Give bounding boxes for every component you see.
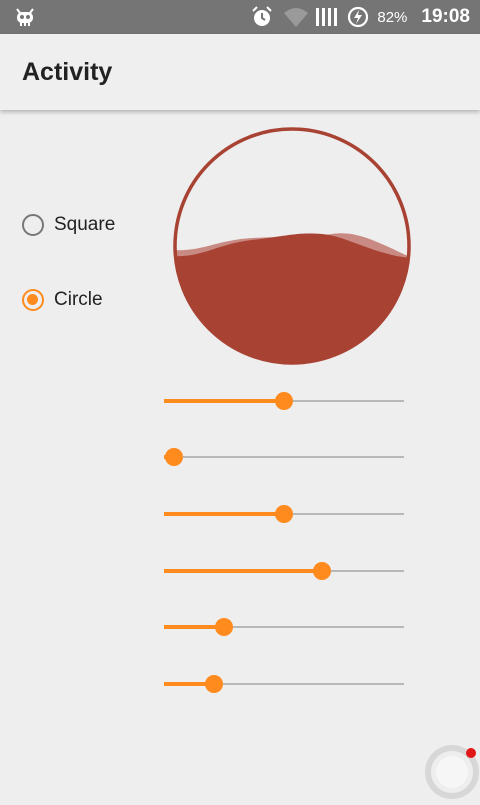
radio-circle[interactable]: Circle bbox=[22, 289, 103, 311]
clock: 19:08 bbox=[421, 6, 470, 27]
slider-fill bbox=[164, 399, 284, 403]
slider-thumb[interactable] bbox=[215, 618, 233, 636]
radio-label-square: Square bbox=[54, 214, 116, 235]
page-title: Activity bbox=[22, 58, 113, 86]
wifi-icon bbox=[283, 6, 309, 28]
slider-fill bbox=[164, 512, 284, 516]
slider-4[interactable] bbox=[164, 559, 404, 583]
wave-graphic bbox=[173, 127, 411, 365]
slider-thumb[interactable] bbox=[275, 392, 293, 410]
slider-5[interactable] bbox=[164, 615, 404, 639]
slider-track[interactable] bbox=[164, 456, 404, 458]
status-bar: 82% 19:08 bbox=[0, 0, 480, 34]
android-debug-icon bbox=[14, 7, 36, 32]
radio-square[interactable]: Square bbox=[22, 214, 115, 236]
slider-6[interactable] bbox=[164, 672, 404, 696]
slider-thumb[interactable] bbox=[275, 505, 293, 523]
front-wave bbox=[175, 233, 409, 363]
slider-thumb[interactable] bbox=[205, 675, 224, 693]
radio-button-icon[interactable] bbox=[22, 289, 44, 311]
wave-view bbox=[172, 126, 412, 366]
battery-percent: 82% bbox=[377, 8, 408, 26]
slider-thumb[interactable] bbox=[164, 448, 183, 466]
radio-label-circle: Circle bbox=[54, 289, 103, 310]
radio-button-icon[interactable] bbox=[22, 214, 44, 236]
notification-dot-icon bbox=[466, 748, 476, 758]
signal-icon bbox=[315, 6, 338, 28]
slider-1[interactable] bbox=[164, 389, 404, 413]
slider-fill bbox=[164, 569, 323, 573]
slider-2[interactable] bbox=[164, 445, 404, 469]
battery-charging-icon bbox=[347, 6, 369, 28]
floating-overlay-button[interactable] bbox=[424, 744, 480, 800]
slider-3[interactable] bbox=[164, 502, 404, 526]
alarm-icon bbox=[251, 6, 273, 28]
slider-thumb[interactable] bbox=[313, 562, 332, 580]
app-bar: Activity bbox=[0, 34, 480, 110]
